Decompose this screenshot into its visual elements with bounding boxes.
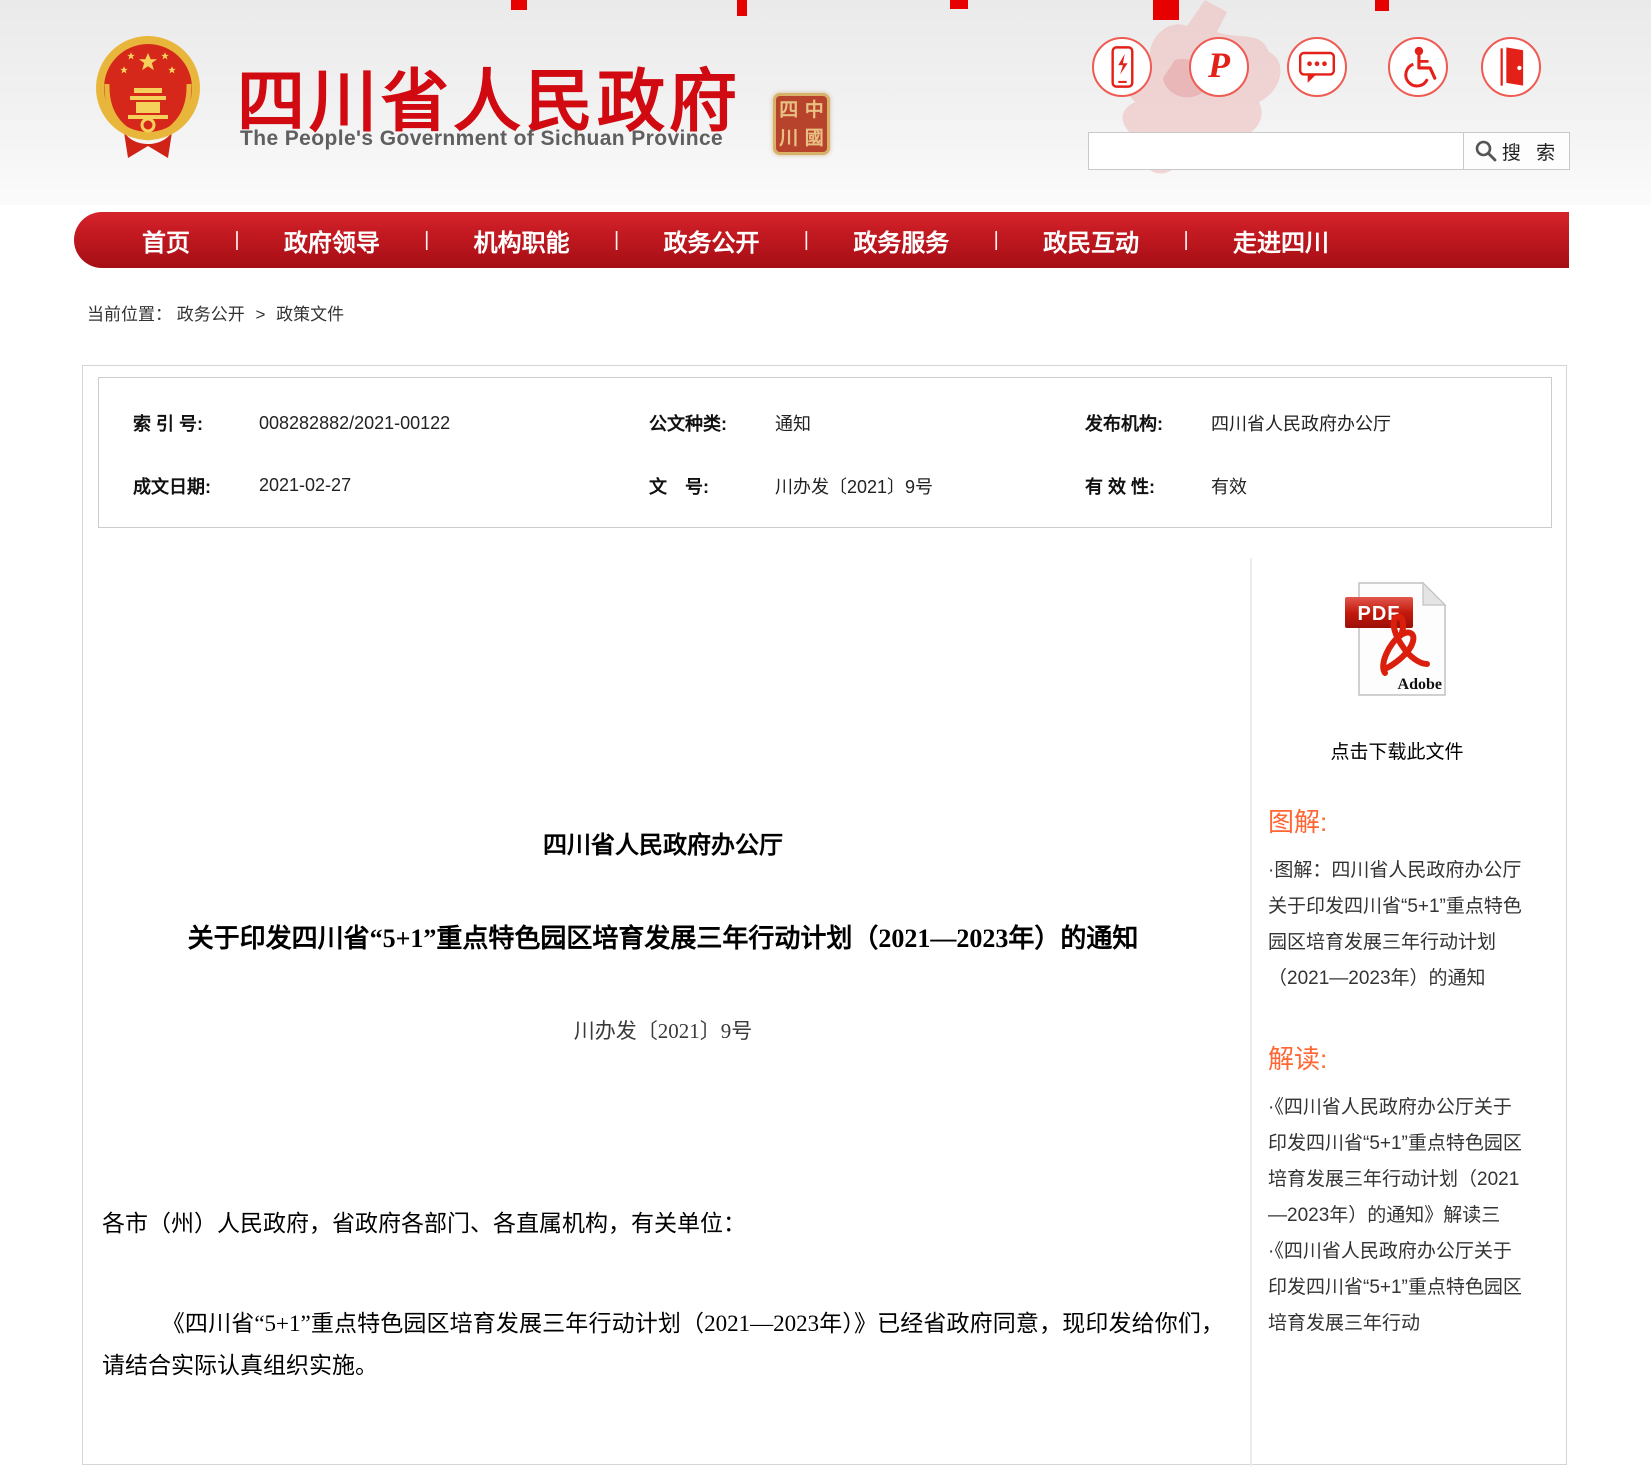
breadcrumb-link-open-gov[interactable]: 政务公开 bbox=[177, 305, 245, 324]
sidebar-interpretation-link[interactable]: ·《四川省人民政府办公厅关于印发四川省“5+1”重点特色园区培育发展三年行动计划… bbox=[1268, 1090, 1526, 1234]
page-header: 四川省人民政府 The People's Government of Sichu… bbox=[0, 0, 1651, 205]
seal-char: 川 bbox=[779, 129, 798, 148]
download-file-link[interactable]: 点击下载此文件 bbox=[1268, 737, 1526, 764]
document-meta-table: 索 引 号: 008282882/2021-00122 公文种类: 通知 发布机… bbox=[98, 377, 1552, 528]
wheelchair-icon bbox=[1390, 37, 1446, 97]
nav-separator: | bbox=[994, 229, 999, 252]
document-container: 索 引 号: 008282882/2021-00122 公文种类: 通知 发布机… bbox=[82, 365, 1567, 1465]
breadcrumb-link-policy-docs[interactable]: 政策文件 bbox=[276, 305, 344, 324]
nav-item-interaction[interactable]: 政民互动 bbox=[1043, 223, 1139, 258]
sidebar: PDF Adobe 点击下载此文件 图解: ·图解：四川省人民政府办公厅关于印发… bbox=[1250, 558, 1566, 1466]
meta-label: 有 效 性: bbox=[1085, 473, 1185, 499]
search-icon bbox=[1473, 138, 1499, 164]
meta-doc-type: 公文种类: 通知 bbox=[649, 392, 1085, 455]
pdf-file-icon[interactable]: PDF Adobe bbox=[1345, 581, 1449, 697]
meta-label: 成文日期: bbox=[133, 473, 233, 499]
sidebar-heading-interpretation: 解读: bbox=[1268, 1039, 1526, 1076]
top-decoration bbox=[950, 0, 968, 9]
search-button[interactable]: 搜 索 bbox=[1463, 133, 1569, 169]
nav-separator: | bbox=[614, 229, 619, 252]
nav-separator: | bbox=[424, 229, 429, 252]
door-icon bbox=[1483, 37, 1539, 97]
nav-item-about-sichuan[interactable]: 走进四川 bbox=[1233, 223, 1329, 258]
top-decoration bbox=[737, 0, 747, 16]
china-sichuan-seal: 四 中 川 國 bbox=[773, 93, 830, 155]
nav-separator: | bbox=[234, 229, 239, 252]
seal-char: 四 bbox=[779, 101, 798, 120]
nav-separator: | bbox=[804, 229, 809, 252]
nav-separator: | bbox=[1183, 229, 1188, 252]
breadcrumb-prefix: 当前位置： bbox=[87, 305, 172, 324]
meta-value: 四川省人民政府办公厅 bbox=[1211, 410, 1391, 436]
breadcrumb: 当前位置： 政务公开 > 政策文件 bbox=[87, 300, 344, 325]
meta-value: 2021-02-27 bbox=[259, 475, 351, 496]
meta-issuing-agency: 发布机构: 四川省人民政府办公厅 bbox=[1085, 392, 1551, 455]
top-decoration bbox=[1375, 0, 1389, 11]
meta-value: 通知 bbox=[775, 410, 811, 436]
accessibility-button[interactable] bbox=[1388, 37, 1448, 97]
nav-item-home[interactable]: 首页 bbox=[142, 223, 190, 258]
sidebar-interpretation-link[interactable]: ·《四川省人民政府办公厅关于印发四川省“5+1”重点特色园区培育发展三年行动 bbox=[1268, 1234, 1526, 1342]
document-title: 关于印发四川省“5+1”重点特色园区培育发展三年行动计划（2021—2023年）… bbox=[102, 918, 1224, 955]
meta-index-number: 索 引 号: 008282882/2021-00122 bbox=[99, 392, 649, 455]
meta-validity: 有 效 性: 有效 bbox=[1085, 455, 1551, 518]
search-button-label: 搜 索 bbox=[1502, 138, 1560, 165]
meta-issue-date: 成文日期: 2021-02-27 bbox=[99, 455, 649, 518]
document-number: 川办发〔2021〕9号 bbox=[102, 1015, 1224, 1045]
top-decoration bbox=[511, 0, 527, 10]
site-subtitle: The People's Government of Sichuan Provi… bbox=[240, 127, 723, 151]
message-board-button[interactable] bbox=[1287, 37, 1347, 97]
p-logo-icon: P bbox=[1208, 47, 1230, 83]
sidebar-infographic-link[interactable]: ·图解：四川省人民政府办公厅关于印发四川省“5+1”重点特色园区培育发展三年行动… bbox=[1268, 853, 1526, 997]
sidebar-infographic-list: ·图解：四川省人民政府办公厅关于印发四川省“5+1”重点特色园区培育发展三年行动… bbox=[1268, 853, 1526, 997]
meta-value: 008282882/2021-00122 bbox=[259, 413, 450, 434]
main-nav: 首页 | 政府领导 | 机构职能 | 政务公开 | 政务服务 | 政民互动 | … bbox=[74, 212, 1569, 268]
header-icon-row: P bbox=[1092, 37, 1572, 97]
meta-doc-number: 文 号: 川办发〔2021〕9号 bbox=[649, 455, 1085, 518]
sidebar-interpretation-list: ·《四川省人民政府办公厅关于印发四川省“5+1”重点特色园区培育发展三年行动计划… bbox=[1268, 1090, 1526, 1342]
platform-logo-button[interactable]: P bbox=[1189, 37, 1249, 97]
meta-value: 川办发〔2021〕9号 bbox=[775, 473, 933, 499]
mobile-version-button[interactable] bbox=[1092, 37, 1152, 97]
document-salutation: 各市（州）人民政府，省政府各部门、各直属机构，有关单位： bbox=[102, 1203, 1224, 1245]
svg-text:Adobe: Adobe bbox=[1398, 676, 1442, 693]
document-issuer: 四川省人民政府办公厅 bbox=[102, 825, 1224, 860]
seal-char: 中 bbox=[805, 101, 824, 120]
nav-item-open-gov[interactable]: 政务公开 bbox=[663, 223, 759, 258]
document-paragraph: 《四川省“5+1”重点特色园区培育发展三年行动计划（2021—2023年）》已经… bbox=[102, 1303, 1224, 1387]
national-emblem-logo[interactable] bbox=[94, 30, 202, 162]
meta-label: 公文种类: bbox=[649, 410, 749, 436]
message-icon bbox=[1289, 37, 1345, 97]
exit-button[interactable] bbox=[1481, 37, 1541, 97]
meta-label: 文 号: bbox=[649, 473, 749, 499]
sidebar-heading-infographic: 图解: bbox=[1268, 802, 1526, 839]
meta-label: 发布机构: bbox=[1085, 410, 1185, 436]
breadcrumb-separator: > bbox=[255, 305, 265, 324]
top-decoration bbox=[1153, 0, 1179, 20]
nav-item-leaders[interactable]: 政府领导 bbox=[284, 223, 380, 258]
nav-item-functions[interactable]: 机构职能 bbox=[474, 223, 570, 258]
mobile-icon bbox=[1094, 37, 1150, 97]
seal-char: 國 bbox=[805, 129, 824, 148]
document-body: 四川省人民政府办公厅 关于印发四川省“5+1”重点特色园区培育发展三年行动计划（… bbox=[83, 528, 1250, 1387]
meta-value: 有效 bbox=[1211, 473, 1247, 499]
search-input[interactable] bbox=[1089, 133, 1463, 169]
search-bar: 搜 索 bbox=[1088, 132, 1570, 170]
nav-item-services[interactable]: 政务服务 bbox=[853, 223, 949, 258]
meta-label: 索 引 号: bbox=[133, 410, 233, 436]
sichuan-map-watermark bbox=[1055, 0, 1345, 205]
